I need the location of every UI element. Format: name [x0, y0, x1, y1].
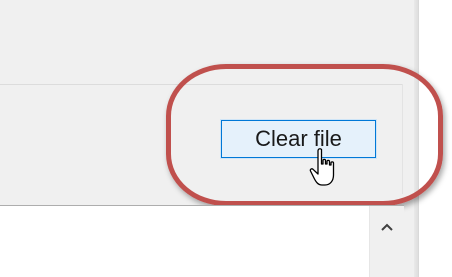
panel-divider [0, 84, 402, 85]
window-right-edge [418, 0, 452, 277]
panel-border [402, 84, 403, 194]
file-content-box[interactable] [0, 205, 404, 277]
clear-file-button[interactable]: Clear file [220, 119, 377, 159]
scroll-up-button[interactable] [370, 210, 403, 244]
chevron-up-icon [380, 223, 393, 231]
window-top-area [0, 0, 418, 85]
